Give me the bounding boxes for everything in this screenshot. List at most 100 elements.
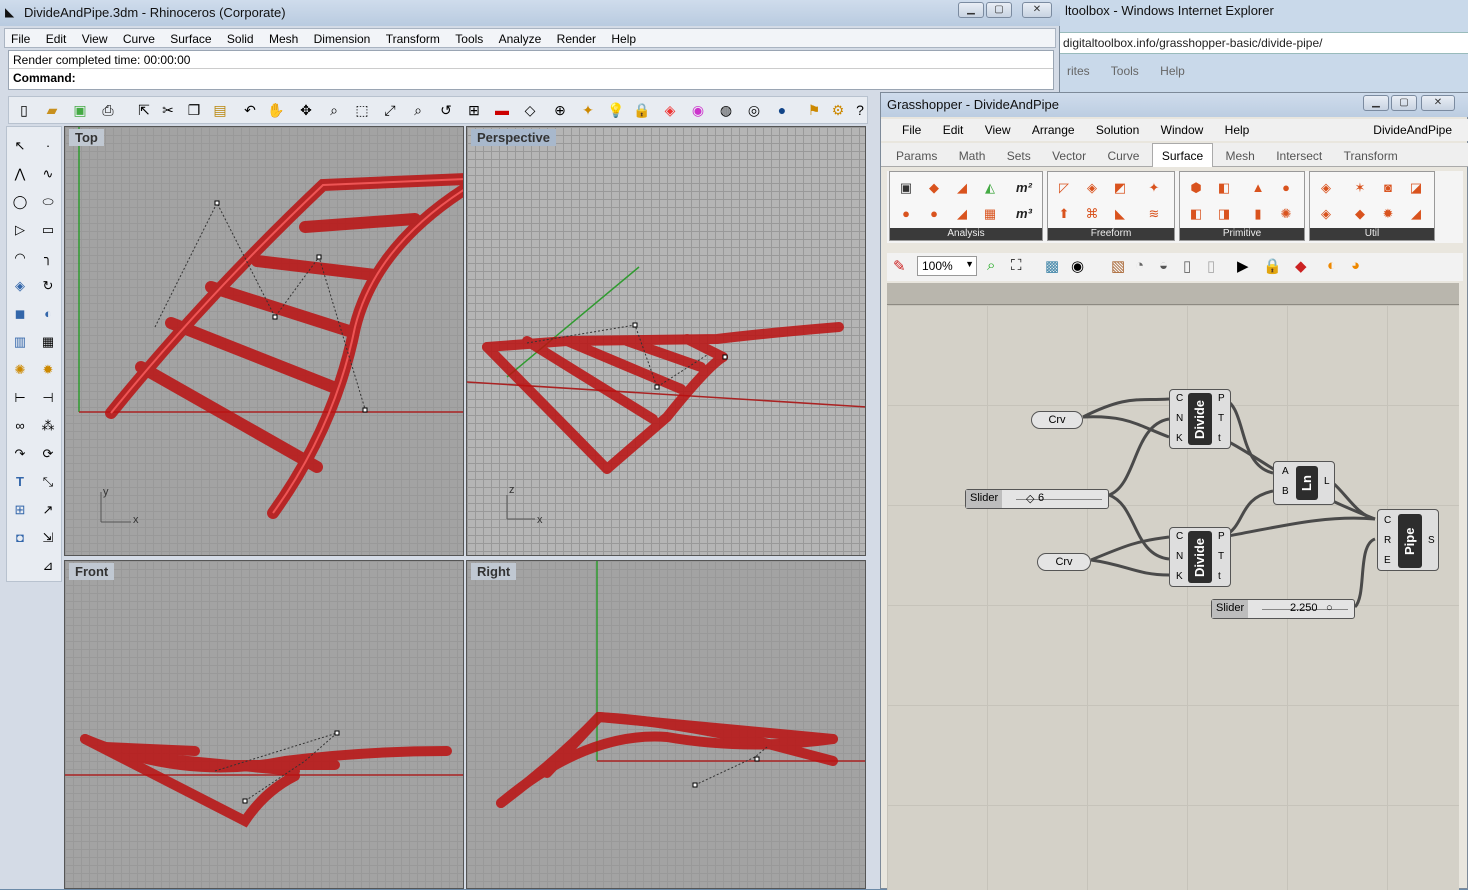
tab-params[interactable]: Params <box>887 144 946 168</box>
explode-icon[interactable]: ✹ <box>37 359 59 381</box>
ribbon-group-label[interactable]: Analysis <box>890 228 1042 240</box>
divide-input-k[interactable]: K <box>1176 571 1183 582</box>
gh-close-button[interactable]: ✕ <box>1421 95 1455 111</box>
line-input-a[interactable]: A <box>1282 466 1289 477</box>
bake-icon[interactable]: ▧ <box>1111 257 1125 275</box>
surface-analysis-icon[interactable]: ◢ <box>952 178 972 198</box>
point-icon[interactable]: · <box>37 135 59 157</box>
transform-icon[interactable]: ✺ <box>9 359 31 381</box>
divide-curve-component-2[interactable]: C N K Divide P T t <box>1169 527 1231 587</box>
edge-surface-icon[interactable]: ◈ <box>1082 178 1102 198</box>
flag-icon[interactable]: ⚑ <box>805 101 823 119</box>
disabled-doc-icon[interactable]: ▯ <box>1207 257 1215 275</box>
menu-edit[interactable]: Edit <box>40 29 73 46</box>
sphere-icon[interactable]: ● <box>1276 178 1296 198</box>
viewport-title-right[interactable]: Right <box>471 563 517 580</box>
menu-analyze[interactable]: Analyze <box>493 29 548 46</box>
divide-input-c[interactable]: C <box>1176 393 1183 404</box>
tab-transform[interactable]: Transform <box>1335 144 1407 168</box>
shaded-sphere-icon[interactable]: ◎ <box>745 101 763 119</box>
menu-solid[interactable]: Solid <box>221 29 260 46</box>
divide-output-p[interactable]: P <box>1218 393 1225 404</box>
cone-icon[interactable]: ▲ <box>1248 178 1268 198</box>
surface-closest-icon[interactable]: ● <box>924 204 944 224</box>
brep-closest-icon[interactable]: ◢ <box>952 204 972 224</box>
focus-icon[interactable]: ⛶ <box>1011 257 1022 274</box>
zoom-extents-icon[interactable]: ⤢ <box>381 101 399 119</box>
menu-mesh[interactable]: Mesh <box>263 29 304 46</box>
block-icon[interactable]: ◘ <box>9 527 31 549</box>
minimize-button[interactable]: ▁ <box>958 2 984 18</box>
line-output-l[interactable]: L <box>1324 476 1330 487</box>
sweep-surface-icon[interactable]: ≋ <box>1144 204 1164 224</box>
gh-menu-help[interactable]: Help <box>1216 119 1259 137</box>
ie-address-bar[interactable]: digitaltoolbox.info/grasshopper-basic/di… <box>1059 32 1468 54</box>
surface-icon[interactable]: ◈ <box>9 275 31 297</box>
save-icon[interactable]: ▣ <box>71 101 89 119</box>
gh-menu-arrange[interactable]: Arrange <box>1023 119 1084 137</box>
divide-curve-component-1[interactable]: C N K Divide P T t <box>1169 389 1231 449</box>
area-icon[interactable]: m² <box>1014 178 1034 198</box>
render-sphere-icon[interactable]: ● <box>773 101 791 119</box>
point-edit-icon[interactable]: ✦ <box>579 101 597 119</box>
divide-output-t[interactable]: T <box>1218 551 1224 562</box>
gh-canvas[interactable]: Crv Crv Slider ◇ 6 Slider 2.250 ○ C N K … <box>887 305 1459 890</box>
grid-plane-icon[interactable]: ◇ <box>521 101 539 119</box>
scale-icon[interactable]: ⤡ <box>37 471 59 493</box>
sketch-icon[interactable]: ✎ <box>893 257 906 275</box>
viewport-perspective[interactable]: z x Perspective <box>466 126 866 556</box>
boolean-icon[interactable]: ◐ <box>37 303 59 325</box>
command-prompt[interactable]: Command: <box>9 69 1053 87</box>
pan-icon[interactable]: ✋ <box>267 101 285 119</box>
line-component[interactable]: A B Ln L <box>1273 461 1335 505</box>
rotate-view-icon[interactable]: ✥ <box>297 101 315 119</box>
ribbon-group-label[interactable]: Primitive <box>1180 228 1304 240</box>
divide-output-t[interactable]: T <box>1218 413 1224 424</box>
help-icon[interactable]: ? <box>851 101 869 119</box>
gh-minimize-button[interactable]: ▁ <box>1363 95 1389 111</box>
tab-mesh[interactable]: Mesh <box>1217 144 1264 168</box>
offset-surface-icon[interactable]: ◪ <box>1406 178 1426 198</box>
polyline-icon[interactable]: ⋀ <box>9 163 31 185</box>
undo-icon[interactable]: ↶ <box>241 101 259 119</box>
polygon-icon[interactable]: ▷ <box>9 219 31 241</box>
car-icon[interactable]: ▬ <box>493 101 511 119</box>
tab-surface[interactable]: Surface <box>1151 143 1214 167</box>
wire-display-icon[interactable]: ◔ <box>1135 257 1144 274</box>
viewport-title-top[interactable]: Top <box>69 129 104 146</box>
play-icon[interactable]: ▶ <box>1237 257 1249 275</box>
paste-icon[interactable]: ▤ <box>211 101 229 119</box>
lock-icon[interactable]: 🔒 <box>633 101 651 119</box>
pipe-input-c[interactable]: C <box>1384 515 1391 526</box>
divide-surface-icon[interactable]: ✶ <box>1350 178 1370 198</box>
arc-icon[interactable]: ◠ <box>9 247 31 269</box>
menu-dimension[interactable]: Dimension <box>308 29 377 46</box>
pipe-component[interactable]: C R E Pipe S <box>1377 509 1439 571</box>
menu-render[interactable]: Render <box>551 29 602 46</box>
ribbon-group-label[interactable]: Freeform <box>1048 228 1174 240</box>
divide-output-p[interactable]: P <box>1218 531 1225 542</box>
slider-knob-icon[interactable]: ○ <box>1326 602 1333 614</box>
bounding-box-icon[interactable]: ⬢ <box>1186 178 1206 198</box>
viewport-title-front[interactable]: Front <box>69 563 115 580</box>
select-arrow-icon[interactable]: ↖ <box>9 135 31 157</box>
lock-solver-icon[interactable]: 🔒 <box>1263 257 1282 275</box>
split-icon[interactable]: ⊣ <box>37 387 59 409</box>
ie-menu-item[interactable]: Help <box>1160 64 1185 78</box>
mesh-icon[interactable]: ▦ <box>37 331 59 353</box>
menu-tools[interactable]: Tools <box>449 29 489 46</box>
extrude-icon[interactable]: ◩ <box>1110 178 1130 198</box>
color-wheel-icon[interactable]: ◉ <box>689 101 707 119</box>
preview-shaded-icon[interactable]: ◒ <box>1159 257 1168 274</box>
gh-menu-file[interactable]: File <box>893 119 930 137</box>
menu-transform[interactable]: Transform <box>380 29 446 46</box>
menu-file[interactable]: File <box>5 29 36 46</box>
boundary-surface-icon[interactable]: ◸ <box>1054 178 1074 198</box>
divide-input-n[interactable]: N <box>1176 413 1183 424</box>
copy-icon[interactable]: ❐ <box>185 101 203 119</box>
fillet-icon[interactable]: ╮ <box>37 247 59 269</box>
trim-icon[interactable]: ⊢ <box>9 387 31 409</box>
pipe-output-s[interactable]: S <box>1428 535 1435 546</box>
print-icon[interactable]: ⎙ <box>99 101 117 119</box>
brep-edges-icon[interactable]: ◆ <box>924 178 944 198</box>
